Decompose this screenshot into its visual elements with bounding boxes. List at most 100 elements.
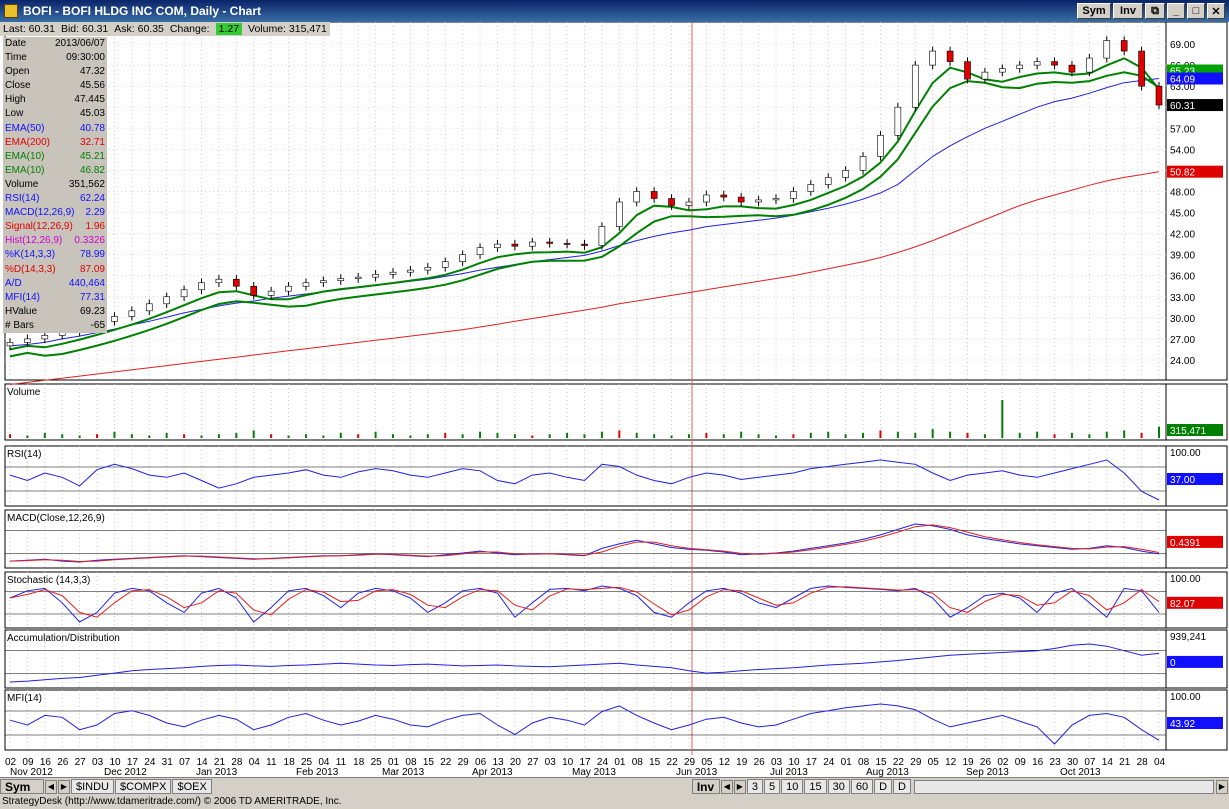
data-panel-row: Open 47.32 <box>3 65 107 79</box>
data-panel-row: RSI(14) 62.24 <box>3 192 107 206</box>
price-label: 64.09 <box>1170 75 1195 86</box>
x-month-label: Apr 2013 <box>472 767 513 777</box>
maximize-icon[interactable]: □ <box>1187 3 1205 19</box>
candle-body <box>163 296 170 305</box>
app-icon <box>4 4 18 18</box>
data-panel-value: 40.78 <box>79 122 105 134</box>
close-icon[interactable]: ✕ <box>1207 3 1225 19</box>
scroll-right-icon[interactable]: ▶ <box>58 779 70 794</box>
pane-value-label: 43.92 <box>1170 719 1195 730</box>
data-panel-label: Open <box>5 66 30 78</box>
pane-title: RSI(14) <box>7 449 41 460</box>
interval-left-icon[interactable]: ◀ <box>720 779 733 794</box>
candle-body <box>563 243 571 245</box>
symbol-tab[interactable]: $OEX <box>172 779 212 794</box>
data-panel-value: 62.24 <box>79 193 105 205</box>
quote-bar: Last: 60.31 Bid: 60.31 Ask: 60.35 Change… <box>0 22 330 36</box>
inv-button[interactable]: Inv <box>1113 3 1143 19</box>
symbol-tab[interactable]: $COMPX <box>115 779 172 794</box>
data-panel-value: 2013/06/07 <box>54 38 105 49</box>
candle-body <box>1103 40 1111 59</box>
pane-frame <box>4 689 1167 751</box>
chart-area[interactable]: 69.0066.0063.0060.0057.0054.0051.0048.00… <box>0 22 1229 777</box>
candle-body <box>877 135 884 157</box>
data-panel-label: %K(14,3,3) <box>5 249 56 261</box>
x-month-label: Jul 2013 <box>770 767 808 777</box>
interval-tab[interactable]: 15 <box>804 779 827 794</box>
data-panel-row: High 47.445 <box>3 93 107 107</box>
candle-body <box>337 278 345 281</box>
interval-tab[interactable]: 30 <box>827 779 850 794</box>
candle-body <box>302 282 310 287</box>
interval-tab[interactable]: 5 <box>763 779 781 794</box>
price-tick-label: 45.00 <box>1170 209 1195 220</box>
interval-tab[interactable]: 60 <box>850 779 874 794</box>
x-day-label: 12 <box>719 757 731 768</box>
candle-body <box>354 276 362 279</box>
data-panel-row: EMA(10) 45.21 <box>3 150 107 164</box>
x-day-label: 18 <box>353 757 365 768</box>
interval-tab[interactable]: D <box>893 779 911 794</box>
data-panel-value: 78.99 <box>79 249 105 261</box>
candle-body <box>24 338 31 343</box>
data-panel-label: High <box>5 94 26 106</box>
data-panel-value: 45.03 <box>79 108 105 120</box>
candle-body <box>494 243 501 248</box>
chart-canvas[interactable]: 69.0066.0063.0060.0057.0054.0051.0048.00… <box>0 22 1229 777</box>
data-panel-value: 69.23 <box>79 305 105 317</box>
interval-tab[interactable]: 3 <box>746 779 763 794</box>
candle-body <box>6 342 14 347</box>
data-panel-value: 46.82 <box>79 164 105 176</box>
candle-body <box>842 170 849 178</box>
candle-body <box>650 191 658 199</box>
inv-tab[interactable]: Inv <box>691 779 720 794</box>
price-label: 60.31 <box>1170 101 1195 112</box>
candle-body <box>1016 64 1024 69</box>
data-panel-row: EMA(10) 46.82 <box>3 164 107 178</box>
scrollbar-right-icon[interactable]: ▶ <box>1216 779 1228 794</box>
candle-body <box>1155 85 1163 106</box>
x-month-label: Mar 2013 <box>382 767 425 777</box>
symbol-tab[interactable]: $INDU <box>71 779 115 794</box>
data-panel-label: MFI(14) <box>5 291 40 303</box>
last-price: Last: 60.31 <box>3 23 55 35</box>
data-panel-label: Signal(12,26,9) <box>5 221 73 233</box>
candle-body <box>616 201 623 227</box>
x-day-label: 22 <box>440 757 452 768</box>
horizontal-scrollbar[interactable] <box>914 779 1214 794</box>
sym-button[interactable]: Sym <box>1077 3 1111 19</box>
interval-tab[interactable]: 10 <box>781 779 804 794</box>
candle-body <box>1051 61 1058 66</box>
data-panel-label: Date <box>5 38 27 49</box>
pane-value-label: 0.4391 <box>1170 538 1201 549</box>
x-month-label: Dec 2012 <box>104 767 147 777</box>
x-day-label: 29 <box>910 757 922 768</box>
ask-price: Ask: 60.35 <box>114 23 164 35</box>
restore-icon[interactable]: ⧉ <box>1145 3 1165 19</box>
data-panel-label: EMA(50) <box>5 122 45 134</box>
data-panel-value: 32.71 <box>79 136 105 148</box>
interval-right-icon[interactable]: ▶ <box>733 779 746 794</box>
candle-body <box>981 71 989 80</box>
pane-value-label: 37.00 <box>1170 475 1195 486</box>
price-tick-label: 39.00 <box>1170 251 1195 262</box>
x-day-label: 09 <box>1015 757 1027 768</box>
candle-body <box>441 261 449 268</box>
candle-body <box>929 50 936 66</box>
x-month-label: May 2013 <box>572 767 616 777</box>
data-panel-row: MACD(12,26,9) 2.29 <box>3 206 107 220</box>
data-panel-row: Close 45.56 <box>3 79 107 93</box>
scroll-left-icon[interactable]: ◀ <box>45 779 57 794</box>
data-panel-row: EMA(200) 32.71 <box>3 136 107 150</box>
x-day-label: 08 <box>632 757 644 768</box>
candle-body <box>772 198 780 201</box>
volume-label: 315,471 <box>1170 426 1207 437</box>
pane-frame <box>4 509 1167 569</box>
minimize-icon[interactable]: _ <box>1167 3 1185 19</box>
data-panel-row: Signal(12,26,9) 1.96 <box>3 220 107 234</box>
sym-tab[interactable]: Sym <box>0 779 44 794</box>
data-panel-label: RSI(14) <box>5 193 40 205</box>
pane-title: MFI(14) <box>7 693 42 704</box>
volume-value: Volume: 315,471 <box>248 23 327 35</box>
interval-tab[interactable]: D <box>874 779 893 794</box>
